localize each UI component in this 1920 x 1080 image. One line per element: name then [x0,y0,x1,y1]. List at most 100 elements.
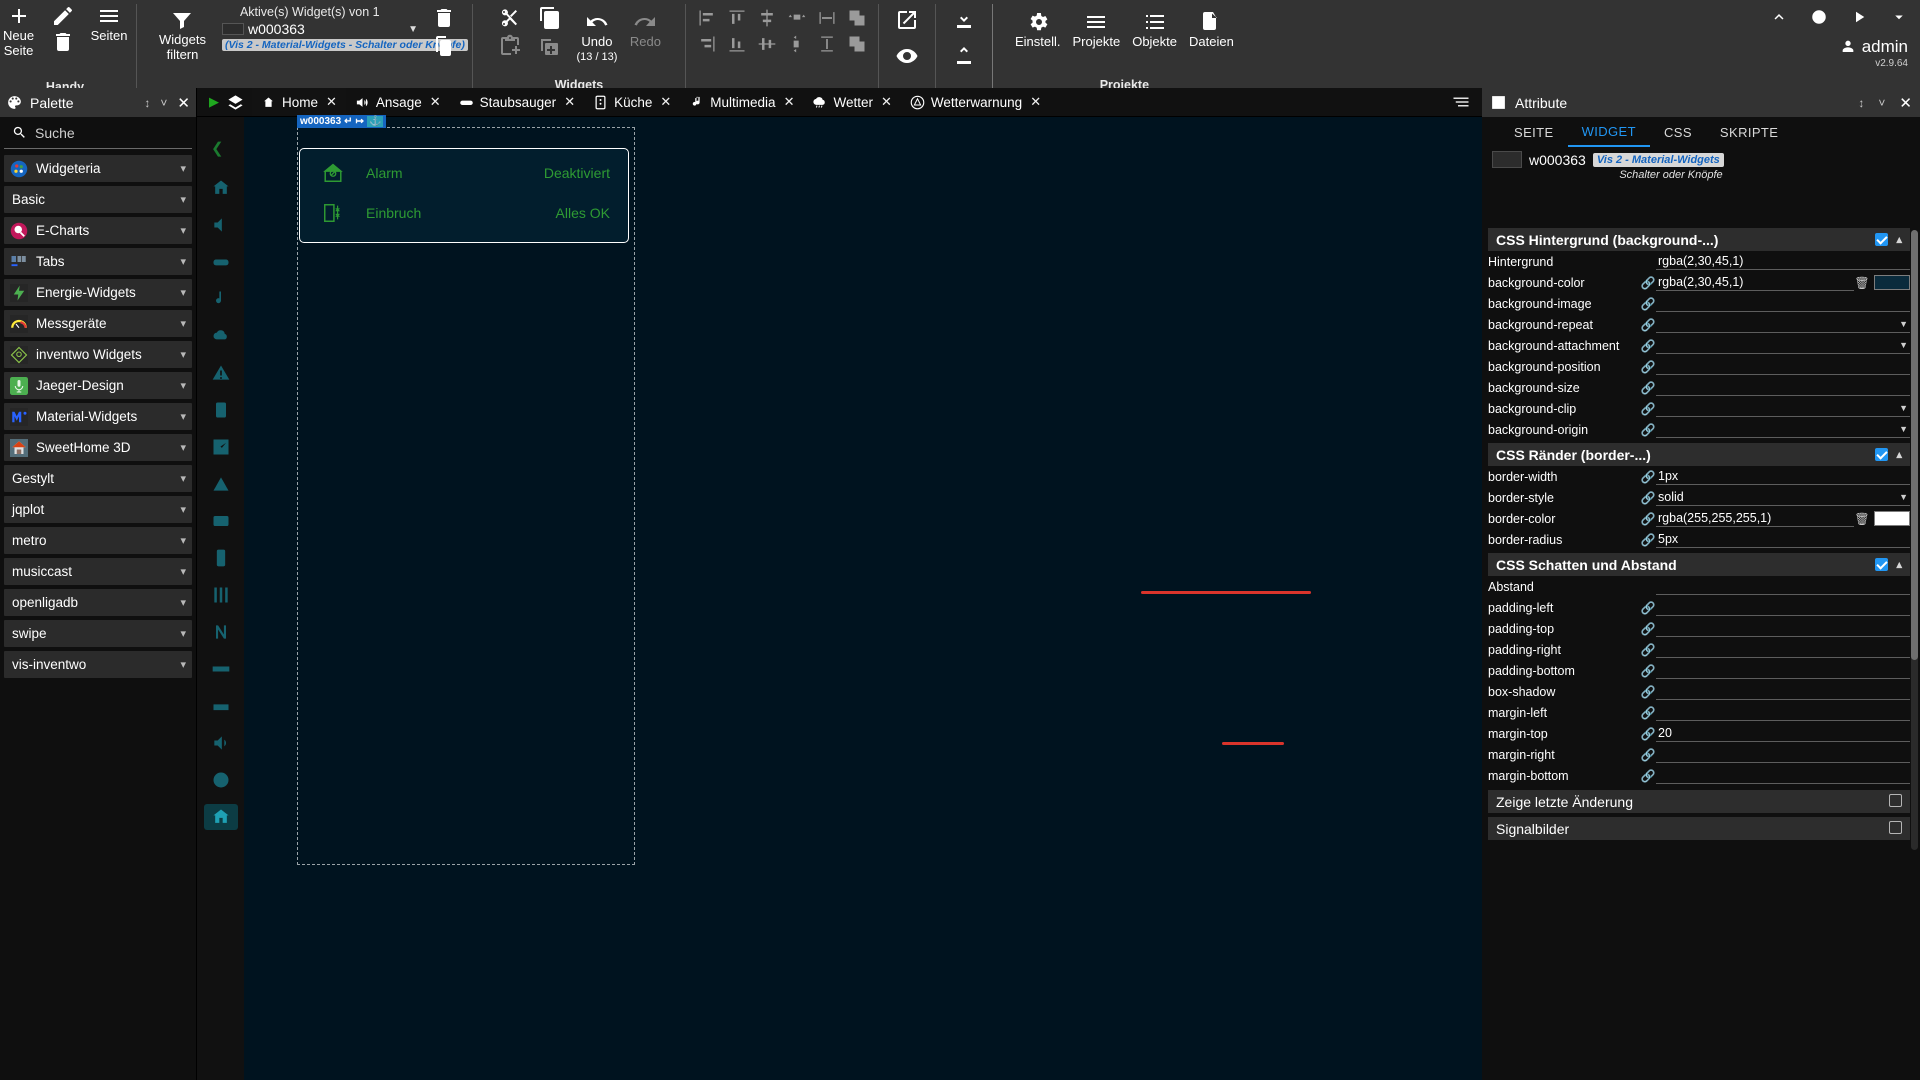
attribute-row-background-size[interactable]: background-size 🔗 [1482,377,1920,398]
send-backward-icon[interactable] [847,34,867,57]
attribute-input[interactable]: 20 [1656,725,1910,742]
palette-item-musiccast[interactable]: musiccast ▾ [4,558,192,585]
tab-close-icon[interactable]: ✕ [660,94,671,110]
files-button[interactable]: Dateien [1183,6,1240,49]
attribute-input[interactable]: rgba(2,30,45,1) [1656,274,1854,291]
attribute-input[interactable] [1656,662,1910,679]
attribute-row-border-color[interactable]: border-color 🔗 rgba(255,255,255,1) 🗑 [1482,508,1920,529]
attribute-input[interactable] [1656,704,1910,721]
link-icon[interactable]: 🔗 [1640,748,1656,762]
tab-ansage[interactable]: Ansage ✕ [346,88,450,116]
link-icon[interactable]: 🔗 [1640,402,1656,416]
attribute-row-padding-top[interactable]: padding-top 🔗 [1482,618,1920,639]
attributes-footer-checkbox[interactable] [1889,820,1902,834]
attributes-section-checkbox[interactable] [1875,233,1889,246]
material-widget-card[interactable]: Alarm Deaktiviert Einbruch Alles OK [299,148,629,243]
tab-close-icon[interactable]: ✕ [881,94,892,110]
filter-widgets-button[interactable]: Widgets filtern [153,4,212,62]
chevron-down-icon[interactable]: ▾ [180,348,186,361]
attribute-row-margin-bottom[interactable]: margin-bottom 🔗 [1482,765,1920,786]
attribute-row-background-repeat[interactable]: background-repeat 🔗 ▼ [1482,314,1920,335]
clear-value-icon[interactable]: 🗑 [1854,512,1870,526]
link-icon[interactable]: 🔗 [1640,276,1656,290]
delete-widget-icon[interactable] [432,6,456,30]
attribute-input[interactable] [1656,578,1910,595]
badge-enter-icon[interactable]: ↵ [344,116,352,127]
view-tool-volume[interactable] [204,730,238,756]
chevron-down-icon[interactable]: ▾ [180,534,186,547]
view-tool-media[interactable] [204,508,238,534]
chevron-down-icon[interactable] [1890,8,1908,29]
new-page-button[interactable]: Neue Seite [0,0,41,58]
attribute-input[interactable] [1656,683,1910,700]
attribute-input[interactable] [1656,379,1910,396]
attributes-section-checkbox[interactable] [1875,448,1889,461]
attribute-row-abstand[interactable]: Abstand [1482,576,1920,597]
equal-height-icon[interactable] [817,34,837,57]
link-icon[interactable]: 🔗 [1640,512,1656,526]
palette-close-icon[interactable]: ✕ [177,94,190,112]
attribute-row-padding-right[interactable]: padding-right 🔗 [1482,639,1920,660]
attribute-input[interactable]: rgba(255,255,255,1) [1656,510,1854,527]
attribute-row-background-attachment[interactable]: background-attachment 🔗 ▼ [1482,335,1920,356]
distribute-horizontal-icon[interactable] [787,8,807,31]
palette-item-e-charts[interactable]: E-Charts ▾ [4,217,192,244]
tab-staubsauger[interactable]: Staubsauger ✕ [450,88,584,116]
view-tool-home-selected[interactable] [203,804,238,830]
cut-icon[interactable] [498,6,522,30]
color-swatch[interactable] [1874,511,1910,526]
theme-toggle-icon[interactable] [1810,8,1828,29]
link-icon[interactable]: 🔗 [1640,622,1656,636]
attributes-tab-widget[interactable]: WIDGET [1567,117,1650,147]
palette-item-tabs[interactable]: Tabs ▾ [4,248,192,275]
attribute-row-margin-top[interactable]: margin-top 🔗 20 [1482,723,1920,744]
view-tool-cloud[interactable] [204,323,238,349]
chevron-down-icon[interactable]: ▾ [180,627,186,640]
collapse-toolbar-icon[interactable] [1770,8,1788,29]
view-tool-vacuum[interactable] [204,249,238,275]
tab-close-icon[interactable]: ✕ [430,94,441,110]
attribute-row-border-radius[interactable]: border-radius 🔗 5px [1482,529,1920,550]
align-bottom-icon[interactable] [727,34,747,57]
view-tool-triangle[interactable] [204,471,238,497]
attribute-input[interactable]: ▼ [1656,421,1910,438]
palette-item-vis-inventwo[interactable]: vis-inventwo ▾ [4,651,192,678]
view-tool-speaker[interactable] [204,212,238,238]
projects-button[interactable]: Projekte [1067,6,1127,49]
link-icon[interactable]: 🔗 [1640,339,1656,353]
tab-close-icon[interactable]: ✕ [1030,94,1041,110]
widget-row-alarm[interactable]: Alarm Deaktiviert [300,156,628,189]
settings-button[interactable]: Einstell. [1009,6,1067,49]
chevron-down-icon[interactable]: ▾ [180,162,186,175]
attribute-row-background-color[interactable]: background-color 🔗 rgba(2,30,45,1) 🗑 [1482,272,1920,293]
chevron-down-icon[interactable]: ▾ [180,255,186,268]
tab-wetter[interactable]: Wetter ✕ [803,88,900,116]
attribute-input[interactable]: ▼ [1656,337,1910,354]
tab-multimedia[interactable]: Multimedia ✕ [680,88,803,116]
attribute-row-background-position[interactable]: background-position 🔗 [1482,356,1920,377]
attributes-footer-zeige-letzte-änderung[interactable]: Zeige letzte Änderung [1488,790,1910,813]
link-icon[interactable]: 🔗 [1640,360,1656,374]
collapse-strip-icon[interactable]: ❮ [211,139,224,157]
attribute-row-padding-bottom[interactable]: padding-bottom 🔗 [1482,660,1920,681]
link-icon[interactable]: 🔗 [1640,423,1656,437]
palette-minimize-icon[interactable]: ˅ [160,96,167,110]
tab-home[interactable]: Home ✕ [252,88,346,116]
attributes-scrollbar[interactable] [1911,230,1918,850]
chevron-down-icon[interactable]: ▾ [180,193,186,206]
link-icon[interactable]: 🔗 [1640,381,1656,395]
undo-button[interactable]: Undo (13 / 13) [570,6,623,64]
export-icon[interactable] [952,44,976,68]
widget-row-einbruch[interactable]: Einbruch Alles OK [300,196,628,229]
palette-item-metro[interactable]: metro ▾ [4,527,192,554]
palette-item-messger-te[interactable]: Messgeräte ▾ [4,310,192,337]
link-icon[interactable]: 🔗 [1640,769,1656,783]
link-icon[interactable]: 🔗 [1640,491,1656,505]
copy-widget-icon[interactable] [432,34,456,58]
attribute-row-background-image[interactable]: background-image 🔗 [1482,293,1920,314]
attributes-close-icon[interactable]: ✕ [1899,94,1912,112]
equal-width-icon[interactable] [817,8,837,31]
align-left-icon[interactable] [697,8,717,31]
view-tool-bed[interactable] [204,693,238,719]
run-view-icon[interactable]: ▶ [203,94,225,110]
